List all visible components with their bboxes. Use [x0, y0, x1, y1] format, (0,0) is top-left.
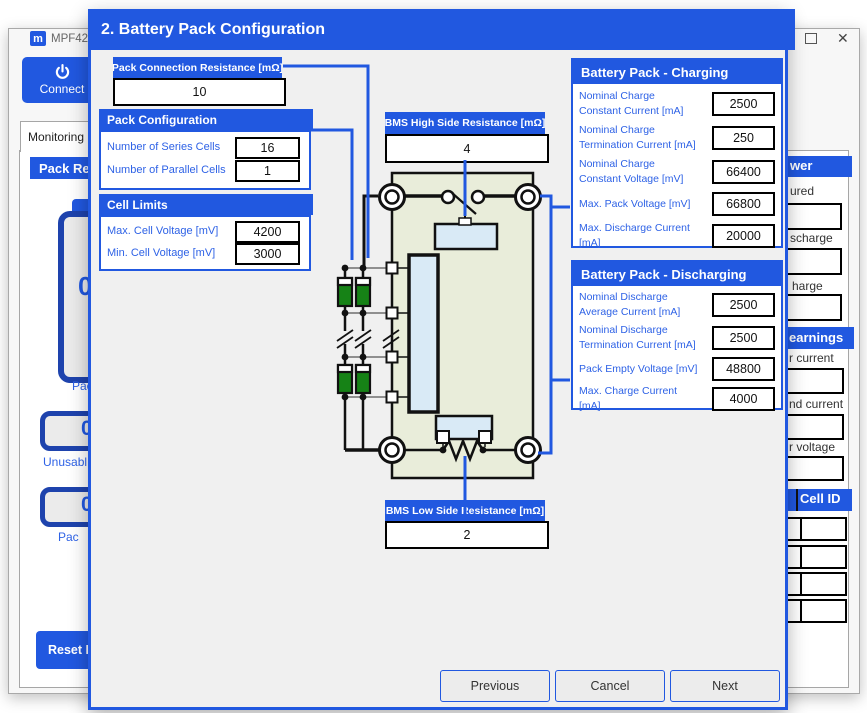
- dialog-titlebar[interactable]: 2. Battery Pack Configuration: [88, 9, 795, 50]
- discharge-label: scharge: [790, 231, 833, 245]
- charging-row-2: Nominal ChargeTermination Current [mA] 2…: [579, 122, 775, 153]
- charging-row-4: Max. Pack Voltage [mV] 66800: [579, 190, 775, 218]
- next-button[interactable]: Next: [670, 670, 780, 702]
- charging-row-3-label: Nominal ChargeConstant Voltage [mV]: [579, 157, 683, 187]
- charging-row-5: Max. Discharge Current[mA] 20000: [579, 220, 775, 251]
- charging-row-3-input[interactable]: 66400: [712, 160, 775, 184]
- maximize-button[interactable]: [805, 33, 817, 44]
- max-cell-voltage-input[interactable]: 4200: [235, 221, 300, 243]
- measured-label: ured: [790, 184, 814, 198]
- cell-row-4-id-input[interactable]: [800, 599, 847, 623]
- field1-label: r current: [789, 351, 834, 365]
- series-cells-label: Number of Series Cells: [107, 141, 220, 153]
- cell-row-2-id-input[interactable]: [800, 545, 847, 569]
- unusable-label: Unusabl: [43, 455, 87, 469]
- cell-id-header-label: Cell ID: [800, 491, 840, 506]
- min-cell-voltage-input[interactable]: 3000: [235, 243, 300, 265]
- discharging-row-4: Max. Charge Current[mA] 4000: [579, 384, 775, 414]
- discharging-row-1-input[interactable]: 2500: [712, 293, 775, 317]
- cell-row-3-id-input[interactable]: [800, 572, 847, 596]
- discharging-row-1-label: Nominal DischargeAverage Current [mA]: [579, 290, 680, 320]
- charging-row-5-label: Max. Discharge Current[mA]: [579, 221, 690, 251]
- charging-row-1-input[interactable]: 2500: [712, 92, 775, 116]
- charging-panel: Battery Pack - Charging Nominal ChargeCo…: [571, 58, 783, 248]
- max-cell-voltage-label: Max. Cell Voltage [mV]: [107, 225, 218, 237]
- power-header-label: wer: [790, 158, 812, 173]
- pack-configuration-header: Pack Configuration: [99, 109, 313, 130]
- discharging-row-1: Nominal DischargeAverage Current [mA] 25…: [579, 290, 775, 320]
- discharging-row-3-input[interactable]: 48800: [712, 357, 775, 381]
- cell-id-divider: [796, 489, 798, 511]
- charging-row-3: Nominal ChargeConstant Voltage [mV] 6640…: [579, 156, 775, 187]
- discharging-row-4-label: Max. Charge Current[mA]: [579, 384, 677, 414]
- tab-monitoring-label: Monitoring: [28, 130, 84, 144]
- cancel-button[interactable]: Cancel: [555, 670, 665, 702]
- screen: m MPF4279 ✕ Connect Monitoring Pack Re 0…: [0, 0, 867, 713]
- dialog-title: 2. Battery Pack Configuration: [101, 21, 325, 39]
- cell-row-1-id-input[interactable]: [800, 517, 847, 541]
- charging-row-1: Nominal ChargeConstant Current [mA] 2500: [579, 88, 775, 119]
- discharging-row-4-input[interactable]: 4000: [712, 387, 775, 411]
- discharging-row-2: Nominal DischargeTermination Current [mA…: [579, 323, 775, 353]
- discharging-panel-header: Battery Pack - Discharging: [573, 262, 781, 286]
- connect-label: Connect: [40, 82, 85, 96]
- pack2-label: Pac: [58, 530, 79, 544]
- charging-row-1-label: Nominal ChargeConstant Current [mA]: [579, 89, 683, 119]
- charging-row-5-input[interactable]: 20000: [712, 224, 775, 248]
- field2-label: nd current: [789, 397, 843, 411]
- charging-row-4-label: Max. Pack Voltage [mV]: [579, 197, 690, 212]
- close-button[interactable]: ✕: [837, 31, 849, 45]
- cell-limits-header: Cell Limits: [99, 194, 313, 215]
- discharging-row-3: Pack Empty Voltage [mV] 48800: [579, 356, 775, 382]
- previous-button[interactable]: Previous: [440, 670, 550, 702]
- min-cell-voltage-label: Min. Cell Voltage [mV]: [107, 247, 215, 259]
- bms-high-side-header: BMS High Side Resistance [mΩ]: [385, 112, 545, 134]
- series-cells-input[interactable]: 16: [235, 137, 300, 159]
- mps-logo-icon: m: [30, 31, 46, 46]
- parallel-cells-label: Number of Parallel Cells: [107, 164, 226, 176]
- discharging-row-2-label: Nominal DischargeTermination Current [mA…: [579, 323, 696, 353]
- power-icon: [54, 64, 71, 81]
- discharging-panel: Battery Pack - Discharging Nominal Disch…: [571, 260, 783, 410]
- charge-label: harge: [792, 279, 823, 293]
- bms-low-side-input[interactable]: 2: [385, 521, 549, 549]
- parallel-cells-input[interactable]: 1: [235, 160, 300, 182]
- charging-row-4-input[interactable]: 66800: [712, 192, 775, 216]
- charging-row-2-label: Nominal ChargeTermination Current [mA]: [579, 123, 696, 153]
- discharging-row-2-input[interactable]: 2500: [712, 326, 775, 350]
- discharging-row-3-label: Pack Empty Voltage [mV]: [579, 362, 697, 377]
- pack-connection-resistance-header: Pack Connection Resistance [mΩ]: [113, 57, 282, 78]
- pack-remaining-header-label: Pack Re: [39, 161, 90, 176]
- charging-panel-header: Battery Pack - Charging: [573, 60, 781, 84]
- reset-button-label: Reset I: [48, 643, 89, 657]
- maximize-icon: [805, 33, 817, 44]
- pack-connection-resistance-input[interactable]: 10: [113, 78, 286, 106]
- bms-low-side-header: BMS Low Side Resistance [mΩ]: [385, 500, 545, 521]
- learnings-header-label: earnings: [789, 330, 843, 345]
- bms-high-side-input[interactable]: 4: [385, 134, 549, 163]
- field3-label: r voltage: [789, 440, 835, 454]
- charging-row-2-input[interactable]: 250: [712, 126, 775, 150]
